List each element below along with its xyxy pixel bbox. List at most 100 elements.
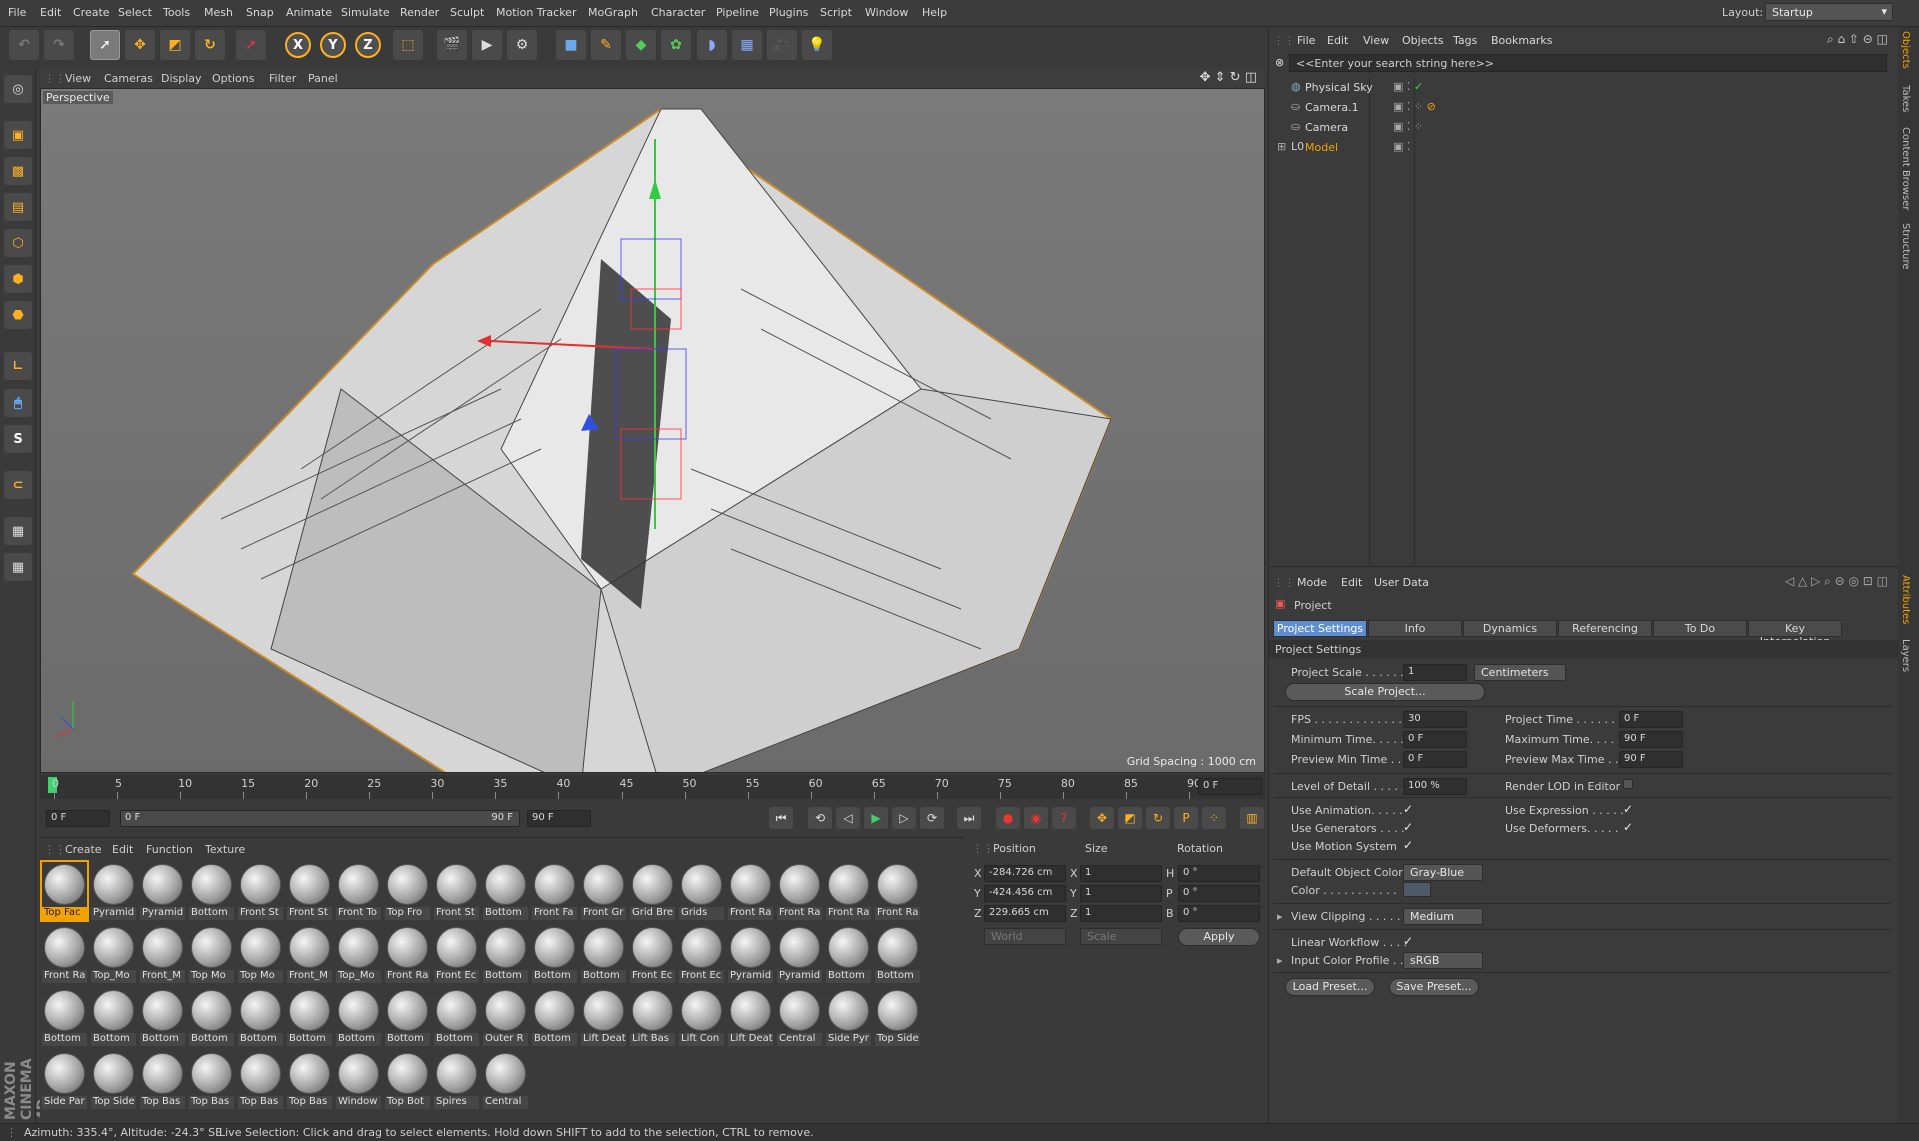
material-swatch[interactable]: Top Mo <box>189 925 234 983</box>
material-swatch[interactable]: Front Ra <box>728 862 773 920</box>
snapping-icon[interactable]: S <box>4 425 32 453</box>
project-scale-field[interactable]: 1 <box>1403 664 1467 681</box>
menu-plugins[interactable]: Plugins <box>769 6 808 19</box>
coord-system-dropdown[interactable]: World <box>984 928 1066 945</box>
render-view-icon[interactable]: 🎬 <box>437 30 467 60</box>
timeline-window-icon[interactable]: ▥ <box>1240 807 1264 829</box>
tab-to-do[interactable]: To Do <box>1653 620 1747 637</box>
edges-mode-icon[interactable]: ⬢ <box>4 265 32 293</box>
start-frame-field[interactable]: 0 F <box>46 810 110 827</box>
size-y-field[interactable]: 1 <box>1080 885 1162 902</box>
project-time-field[interactable]: 0 F <box>1619 711 1683 728</box>
attr-menu-mode[interactable]: Mode <box>1297 576 1327 589</box>
obj-menu-edit[interactable]: Edit <box>1327 34 1348 47</box>
material-swatch[interactable]: Bottom <box>189 988 234 1046</box>
material-swatch[interactable]: Lift Deat <box>728 988 773 1046</box>
material-swatch[interactable]: Front Ec <box>434 925 479 983</box>
key-rotation-icon[interactable]: ↻ <box>1146 807 1170 829</box>
use-expression-checkbox[interactable]: ✓ <box>1623 802 1633 816</box>
material-swatch[interactable]: Top Fac <box>40 860 89 922</box>
move-icon[interactable]: ✥ <box>125 30 155 60</box>
material-swatch[interactable]: Central <box>777 988 822 1046</box>
material-swatch[interactable]: Side Pyr <box>826 988 871 1046</box>
material-swatch[interactable]: Front_M <box>287 925 332 983</box>
material-swatch[interactable]: Top Bas <box>238 1051 283 1109</box>
material-swatch[interactable]: Pyramid <box>91 862 136 920</box>
material-swatch[interactable]: Front_M <box>140 925 185 983</box>
use-animation-checkbox[interactable]: ✓ <box>1403 802 1413 816</box>
tab-key-interpolation[interactable]: Key Interpolation <box>1748 620 1842 648</box>
vp-menu-options[interactable]: Options <box>212 72 254 85</box>
linear-workflow-checkbox[interactable]: ✓ <box>1403 934 1413 948</box>
material-swatch[interactable]: Front St <box>238 862 283 920</box>
menu-character[interactable]: Character <box>651 6 705 19</box>
mat-menu-function[interactable]: Function <box>146 843 193 856</box>
vp-menu-cameras[interactable]: Cameras <box>104 72 153 85</box>
material-swatch[interactable]: Outer R <box>483 988 528 1046</box>
material-swatch[interactable]: Top Bas <box>140 1051 185 1109</box>
material-swatch[interactable]: Top_Mo <box>336 925 381 983</box>
menu-window[interactable]: Window <box>865 6 908 19</box>
deformer-icon[interactable]: ◗ <box>697 30 727 60</box>
view-clipping-dropdown[interactable]: Medium <box>1403 908 1483 925</box>
camera-icon[interactable]: 🎥 <box>767 30 797 60</box>
material-swatch[interactable]: Bottom <box>238 988 283 1046</box>
tab-dynamics[interactable]: Dynamics <box>1463 620 1557 637</box>
obj-menu-objects[interactable]: Objects <box>1402 34 1444 47</box>
make-editable-icon[interactable]: ◎ <box>4 75 32 103</box>
menu-file[interactable]: File <box>8 6 26 19</box>
vp-menu-panel[interactable]: Panel <box>308 72 338 85</box>
attr-menu-user-data[interactable]: User Data <box>1374 576 1429 589</box>
visibility-dots-icon[interactable]: ▣ ⁚ ✓ <box>1393 80 1423 93</box>
material-swatch[interactable]: Top Bas <box>287 1051 332 1109</box>
key-pla-icon[interactable]: ⁘ <box>1202 807 1226 829</box>
rotate-icon[interactable]: ↻ <box>195 30 225 60</box>
preview-range-slider[interactable]: 0 F 90 F <box>120 810 520 827</box>
keyframe-selection-icon[interactable]: ? <box>1052 807 1076 829</box>
material-swatch[interactable]: Top Fro <box>385 862 430 920</box>
vtab-takes[interactable]: Takes <box>1900 85 1911 112</box>
render-settings-icon[interactable]: ⚙ <box>507 30 537 60</box>
prev-key-icon[interactable]: ⟲ <box>808 807 832 829</box>
go-to-end-icon[interactable]: ⏭ <box>957 807 981 829</box>
model-mode-icon[interactable]: ▣ <box>4 121 32 149</box>
vp-menu-filter[interactable]: Filter <box>269 72 296 85</box>
material-swatch[interactable]: Top Side <box>91 1051 136 1109</box>
material-swatch[interactable]: Bottom <box>189 862 234 920</box>
next-frame-icon[interactable]: ▷ <box>892 807 916 829</box>
current-frame-field[interactable]: 0 F <box>1198 778 1262 795</box>
material-swatch[interactable]: Front Ra <box>777 862 822 920</box>
z-axis-lock-icon[interactable]: Z <box>355 32 381 58</box>
material-swatch[interactable]: Front Ra <box>875 862 920 920</box>
close-search-icon[interactable]: ⊗ <box>1275 56 1284 69</box>
material-swatch[interactable]: Side Par <box>42 1051 87 1109</box>
object-row-model[interactable]: ⊞ L0 Model ▣ ⁚ <box>1277 138 1887 157</box>
material-swatch[interactable]: Window <box>336 1051 381 1109</box>
live-selection-icon[interactable]: ➚ <box>90 30 120 60</box>
obj-menu-file[interactable]: File <box>1297 34 1315 47</box>
project-scale-unit-dropdown[interactable]: Centimeters <box>1474 664 1566 681</box>
tab-info[interactable]: Info <box>1368 620 1462 637</box>
mat-menu-texture[interactable]: Texture <box>205 843 245 856</box>
material-swatch[interactable]: Bottom <box>42 988 87 1046</box>
material-swatch[interactable]: Front Ra <box>826 862 871 920</box>
recent-tool-icon[interactable]: ➚ <box>236 30 266 60</box>
rotation-b-field[interactable]: 0 ° <box>1178 905 1260 922</box>
material-swatch[interactable]: Central <box>483 1051 528 1109</box>
menu-edit[interactable]: Edit <box>40 6 61 19</box>
material-swatch[interactable]: Front Gr <box>581 862 626 920</box>
menu-tools[interactable]: Tools <box>163 6 190 19</box>
material-swatch[interactable]: Bottom <box>875 925 920 983</box>
polygons-mode-icon[interactable]: ⬣ <box>4 301 32 329</box>
material-swatch[interactable]: Bottom <box>826 925 871 983</box>
menu-help[interactable]: Help <box>922 6 947 19</box>
max-time-field[interactable]: 90 F <box>1619 731 1683 748</box>
material-swatch[interactable]: Bottom <box>532 988 577 1046</box>
tab-referencing[interactable]: Referencing <box>1558 620 1652 637</box>
undo-icon[interactable]: ↶ <box>9 30 39 60</box>
expand-icon[interactable]: ⊞ <box>1277 140 1286 153</box>
material-swatch[interactable]: Top Bot <box>385 1051 430 1109</box>
light-icon[interactable]: 💡 <box>802 30 832 60</box>
material-swatch[interactable]: Pyramid <box>728 925 773 983</box>
scale-icon[interactable]: ◩ <box>160 30 190 60</box>
